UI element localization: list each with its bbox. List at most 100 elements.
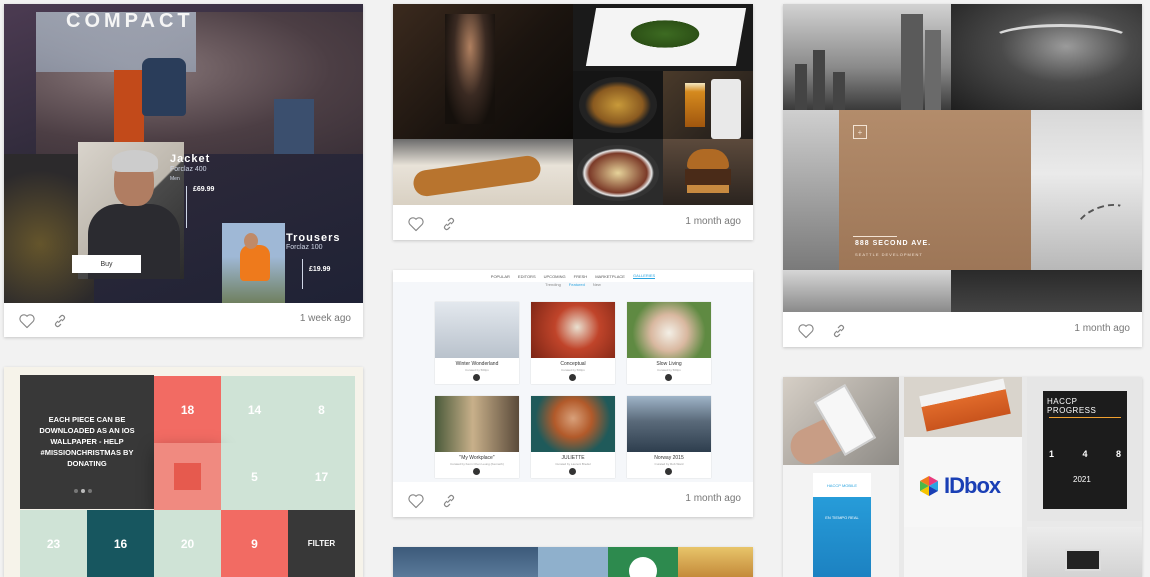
card-image-idbox[interactable]: HACCP PROGRESS 1 4 8 2021 HACCP MOBILE E… — [783, 377, 1142, 577]
timestamp: 1 month ago — [685, 216, 741, 227]
grid-cell[interactable]: 16 — [87, 510, 154, 577]
tile-curator: Curated by Kenn Chen Leung (Kenneth) — [450, 462, 504, 466]
card-footer: 1 month ago — [783, 313, 1142, 347]
poster-number: 1 — [1049, 449, 1055, 459]
card-footer: 1 month ago — [393, 483, 753, 517]
nav-item: EDITORS — [517, 273, 536, 279]
card-compact[interactable]: COMPACT Buy Jacket Forclaz 400 Men £69.9… — [4, 4, 363, 337]
tile-title: JULIETTE — [561, 455, 585, 461]
card-idbox[interactable]: HACCP PROGRESS 1 4 8 2021 HACCP MOBILE E… — [783, 377, 1142, 577]
link-icon[interactable] — [49, 311, 71, 331]
gallery-tile: JULIETTE Curated by Laurent Bredel — [531, 396, 615, 478]
grid-cell[interactable]: 23 — [20, 510, 87, 577]
tile-curator: Curated by Rob Ward — [654, 462, 684, 466]
gallery-tile: Slow Living Curated by 500px — [627, 302, 711, 384]
avatar — [665, 468, 672, 475]
plus-icon: + — [853, 125, 867, 139]
tile-curator: Curated by 500px — [465, 368, 489, 372]
timestamp: 1 month ago — [1074, 323, 1130, 334]
buy-button[interactable]: Buy — [72, 255, 141, 273]
poster-number: 4 — [1082, 449, 1088, 459]
grid-cell[interactable]: 18 — [154, 376, 221, 443]
timestamp: 1 month ago — [685, 493, 741, 504]
nav-item: MARKETPLACE — [595, 273, 625, 279]
grid-cell[interactable]: 20 — [154, 510, 221, 577]
grid-cell[interactable]: 5 — [221, 443, 288, 510]
heart-icon[interactable] — [405, 491, 427, 511]
poster-number: 8 — [1115, 449, 1121, 459]
card-image-restaurant[interactable] — [393, 4, 753, 205]
product-photo-trousers — [222, 223, 285, 303]
heart-icon[interactable] — [405, 214, 427, 234]
heart-icon[interactable] — [795, 321, 817, 341]
gallery-nav: POPULAR EDITORS UPCOMING FRESH MARKETPLA… — [393, 270, 753, 282]
product-name: Jacket — [170, 153, 211, 165]
product-size: Men — [170, 176, 180, 182]
gallery-subnav: Trending Featured New — [393, 282, 753, 287]
subnav-item: Featured — [568, 282, 585, 287]
nav-item: POPULAR — [490, 273, 510, 279]
logo-text: IDbox — [944, 473, 1001, 498]
grid-cell[interactable]: 9 — [221, 510, 288, 577]
heart-icon[interactable] — [16, 311, 38, 331]
product-model: Forclaz 400 — [170, 166, 207, 173]
card-restaurant[interactable]: 1 month ago — [393, 4, 753, 240]
gallery-tile: Winter Wonderland Curated by 500px — [435, 302, 519, 384]
card-seattle[interactable]: + 888 SECOND AVE. SEATTLE DEVELOPMENT 1 … — [783, 4, 1142, 347]
link-icon[interactable] — [828, 321, 850, 341]
avatar — [473, 374, 480, 381]
link-icon[interactable] — [438, 214, 460, 234]
developer-label: SEATTLE DEVELOPMENT — [855, 252, 923, 257]
tile-title: Conceptual — [560, 361, 586, 367]
tile-curator: Curated by 500px — [561, 368, 585, 372]
banner-subtitle: EN TIEMPO REAL — [825, 515, 859, 520]
card-image-mission[interactable]: EACH PIECE CAN BE DOWNLOADED AS AN IOS W… — [4, 367, 363, 577]
nav-item: UPCOMING — [543, 273, 566, 279]
grid-cell[interactable]: 17 — [288, 443, 355, 510]
subnav-item: Trending — [545, 282, 561, 287]
tile-title: Slow Living — [656, 361, 682, 367]
grid-cell[interactable]: 8 — [288, 376, 355, 443]
subnav-item: New — [592, 282, 601, 287]
tile-curator: Curated by 500px — [657, 368, 681, 372]
card-gallery[interactable]: POPULAR EDITORS UPCOMING FRESH MARKETPLA… — [393, 270, 753, 517]
avatar — [569, 468, 576, 475]
grid-cell-hovered[interactable] — [154, 443, 221, 510]
card-image-compact[interactable]: COMPACT Buy Jacket Forclaz 400 Men £69.9… — [4, 4, 363, 303]
hexagon-logo-icon — [920, 476, 938, 496]
product-name: Trousers — [286, 232, 341, 244]
product-price: £19.99 — [309, 266, 331, 273]
poster-title: HACCP PROGRESS — [1047, 397, 1097, 415]
gallery-tile: "My Workplace" Curated by Kenn Chen Leun… — [435, 396, 519, 478]
building-address: 888 SECOND AVE. — [855, 240, 932, 247]
brand-title: COMPACT — [66, 10, 194, 32]
tile-curator: Curated by Laurent Bredel — [555, 462, 591, 466]
avatar — [665, 374, 672, 381]
card-image-illustration[interactable] — [393, 547, 753, 577]
product-model: Forclaz 100 — [286, 244, 323, 251]
card-footer: 1 month ago — [393, 206, 753, 240]
avatar — [569, 374, 576, 381]
idbox-logo: IDbox — [904, 437, 1022, 527]
poster-year: 2021 — [1073, 475, 1091, 484]
nav-item-active: GALLERIES — [632, 273, 656, 279]
mission-message: EACH PIECE CAN BE DOWNLOADED AS AN IOS W… — [39, 415, 135, 468]
pager-dots[interactable] — [74, 489, 92, 493]
tile-title: Norway 2015 — [654, 455, 684, 461]
card-image-seattle[interactable]: + 888 SECOND AVE. SEATTLE DEVELOPMENT — [783, 4, 1142, 312]
card-illustration[interactable] — [393, 547, 753, 577]
gallery-tile: Conceptual Curated by 500px — [531, 302, 615, 384]
tile-title: "My Workplace" — [459, 455, 495, 461]
tile-title: Winter Wonderland — [455, 361, 499, 367]
link-icon[interactable] — [438, 491, 460, 511]
grid-cell[interactable]: 14 — [221, 376, 288, 443]
card-footer: 1 week ago — [4, 303, 363, 337]
card-mission-christmas[interactable]: EACH PIECE CAN BE DOWNLOADED AS AN IOS W… — [4, 367, 363, 577]
timestamp: 1 week ago — [299, 313, 351, 324]
filter-button[interactable]: FILTER — [288, 510, 355, 577]
product-price: £69.99 — [193, 186, 215, 193]
gallery-tile: Norway 2015 Curated by Rob Ward — [627, 396, 711, 478]
nav-item: FRESH — [573, 273, 588, 279]
card-image-gallery[interactable]: POPULAR EDITORS UPCOMING FRESH MARKETPLA… — [393, 270, 753, 482]
banner-header: HACCP MOBILE — [813, 473, 871, 497]
